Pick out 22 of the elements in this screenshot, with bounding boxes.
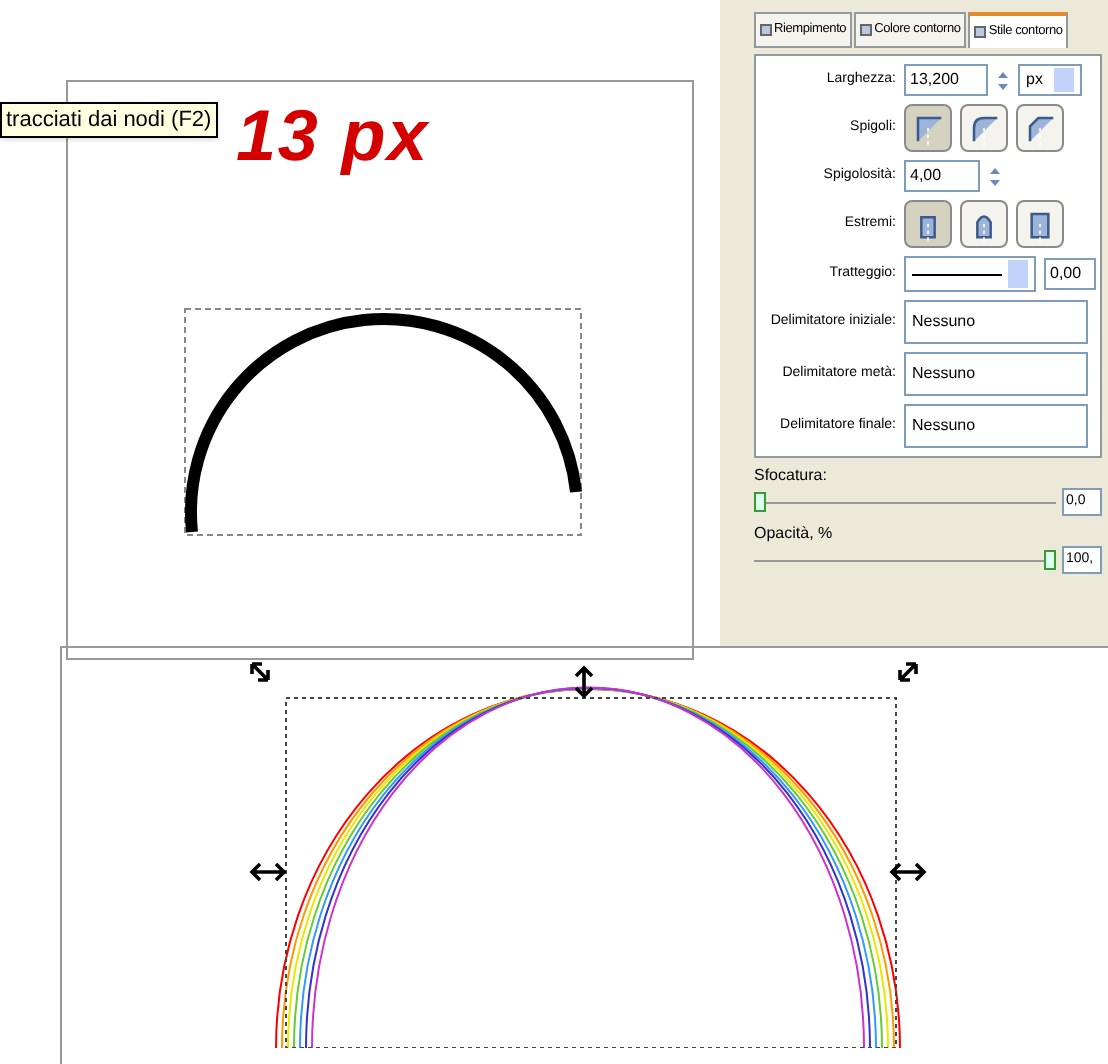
cap-button[interactable] bbox=[904, 200, 952, 248]
join-button[interactable] bbox=[960, 104, 1008, 152]
annotation-text: 13 px bbox=[236, 100, 430, 172]
marker-field[interactable]: Nessuno bbox=[904, 352, 1088, 396]
dash-dropdown[interactable] bbox=[904, 256, 1036, 292]
marker-field[interactable]: Nessuno bbox=[904, 300, 1088, 344]
slider-track[interactable] bbox=[754, 550, 1056, 570]
miter-field[interactable]: 4,00 bbox=[904, 160, 980, 192]
unit-dropdown[interactable]: px bbox=[1018, 64, 1082, 96]
slider-label: Sfocatura: bbox=[754, 464, 829, 488]
slider-thumb[interactable] bbox=[754, 492, 766, 512]
join-button[interactable] bbox=[904, 104, 952, 152]
width-field[interactable]: 13,200 bbox=[904, 64, 988, 96]
marker-field[interactable]: Nessuno bbox=[904, 404, 1088, 448]
cap-button[interactable] bbox=[1016, 200, 1064, 248]
slider-track[interactable] bbox=[754, 492, 1056, 512]
tooltip: tracciati dai nodi (F2) bbox=[0, 102, 218, 138]
dash-offset-field[interactable]: 0,00 bbox=[1044, 258, 1096, 290]
slider-label: Opacità, % bbox=[754, 522, 835, 546]
join-button[interactable] bbox=[1016, 104, 1064, 152]
cap-button[interactable] bbox=[960, 200, 1008, 248]
slider-thumb[interactable] bbox=[1044, 550, 1056, 570]
